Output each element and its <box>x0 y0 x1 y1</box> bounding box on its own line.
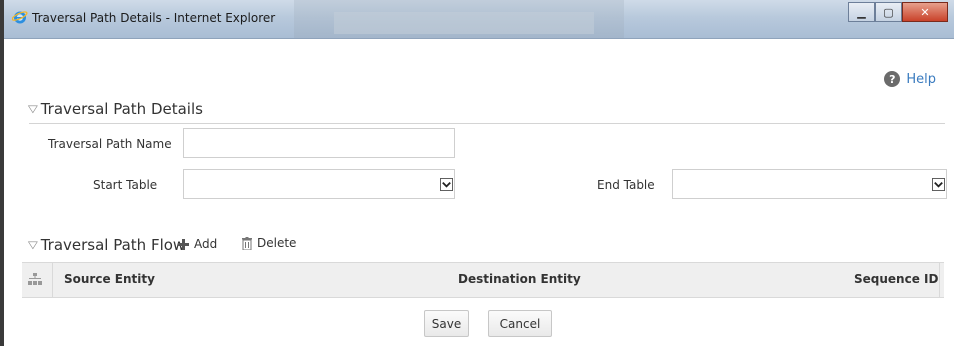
flow-table-header: Source Entity Destination Entity Sequenc… <box>22 262 944 298</box>
close-button[interactable]: ✕ <box>902 2 948 22</box>
help-link[interactable]: ? Help <box>884 71 936 87</box>
help-label: Help <box>906 71 936 87</box>
internet-explorer-icon <box>12 11 28 24</box>
path-name-label: Traversal Path Name <box>48 137 172 151</box>
trash-icon <box>242 236 252 250</box>
maximize-icon: ▢ <box>883 5 894 19</box>
delete-label: Delete <box>257 236 297 250</box>
cancel-button[interactable]: Cancel <box>488 310 552 337</box>
help-icon: ? <box>884 71 901 87</box>
column-header-source-entity[interactable]: Source Entity <box>64 272 155 286</box>
hierarchy-icon[interactable] <box>28 273 42 285</box>
column-header-sequence-id[interactable]: Sequence ID <box>854 272 938 286</box>
chevron-down-icon: ▽ <box>27 239 38 251</box>
save-button[interactable]: Save <box>424 310 469 337</box>
delete-button[interactable]: Delete <box>242 236 296 250</box>
column-header-destination-entity[interactable]: Destination Entity <box>458 272 581 286</box>
chevron-down-icon <box>439 177 453 191</box>
section-divider <box>29 123 945 124</box>
chevron-down-icon <box>931 177 945 191</box>
background-blur <box>334 12 594 34</box>
column-divider <box>52 263 53 297</box>
browser-window: Traversal Path Details - Internet Explor… <box>0 0 954 346</box>
flow-section-title: Traversal Path Flow <box>40 236 186 254</box>
flow-section-header[interactable]: ▽ Traversal Path Flow <box>27 236 186 254</box>
end-table-select[interactable] <box>672 169 947 199</box>
start-table-select[interactable] <box>183 169 455 199</box>
end-table-label: End Table <box>597 178 655 192</box>
minimize-button[interactable]: ▁ <box>848 2 875 22</box>
end-table-dropdown-button[interactable] <box>930 170 946 198</box>
details-section-title: Traversal Path Details <box>40 100 203 118</box>
path-name-input[interactable] <box>183 128 455 158</box>
window-title: Traversal Path Details - Internet Explor… <box>32 11 276 25</box>
start-table-label: Start Table <box>93 178 158 192</box>
details-section-header[interactable]: ▽ Traversal Path Details <box>27 100 203 118</box>
window-controls: ▁ ▢ ✕ <box>848 2 948 23</box>
minimize-icon: ▁ <box>857 5 866 19</box>
add-button[interactable]: Add <box>178 237 217 251</box>
column-divider <box>939 263 940 297</box>
title-bar: Traversal Path Details - Internet Explor… <box>4 0 954 39</box>
start-table-dropdown-button[interactable] <box>438 170 454 198</box>
add-label: Add <box>194 237 218 251</box>
chevron-down-icon: ▽ <box>27 103 38 115</box>
plus-icon <box>178 238 189 250</box>
maximize-button[interactable]: ▢ <box>875 2 902 22</box>
close-icon: ✕ <box>920 5 930 19</box>
page-content: ? Help ▽ Traversal Path Details Traversa… <box>4 39 954 346</box>
